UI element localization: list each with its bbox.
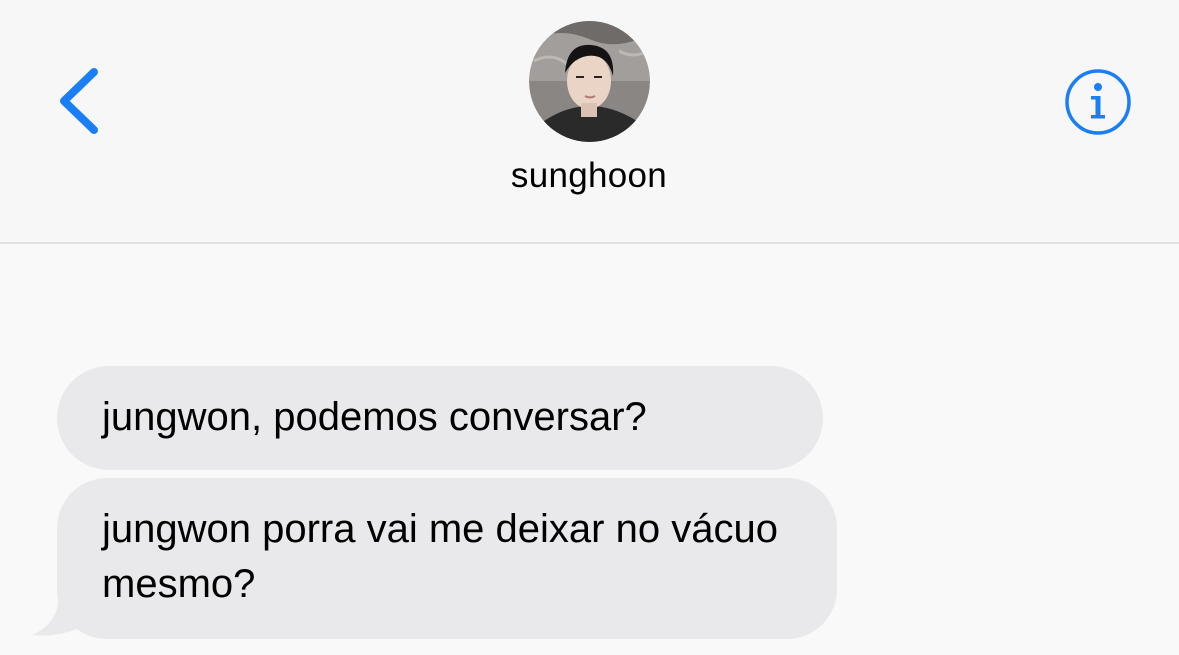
incoming-message[interactable]: jungwon porra vai me deixar no vácuo mes… (57, 478, 837, 639)
incoming-message[interactable]: jungwon, podemos conversar? (57, 366, 823, 470)
chevron-left-icon (60, 68, 98, 134)
contact-name[interactable]: sunghoon (389, 156, 789, 196)
contact-avatar[interactable] (529, 21, 650, 142)
bubble-tail (32, 592, 84, 636)
info-circle-icon (1065, 69, 1131, 135)
info-button[interactable] (1062, 66, 1134, 138)
back-button[interactable] (50, 62, 110, 142)
messages-screen: sunghoon jungwon, podemos conversar? jun… (0, 0, 1179, 655)
conversation-header: sunghoon (0, 0, 1179, 244)
contact-photo (529, 21, 650, 142)
message-thread: jungwon, podemos conversar? jungwon porr… (0, 244, 1179, 655)
